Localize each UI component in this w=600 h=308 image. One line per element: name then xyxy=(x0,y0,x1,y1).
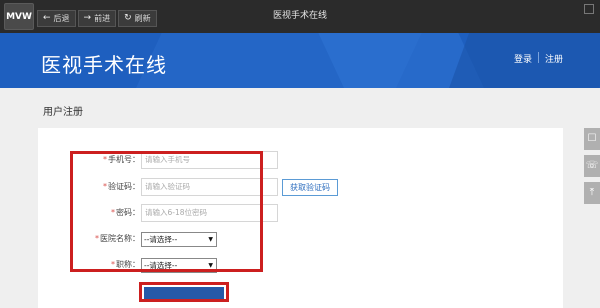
site-title: 医视手术在线 xyxy=(41,53,167,77)
login-link[interactable]: 登录 xyxy=(514,52,532,65)
highlight-box-submit xyxy=(139,282,229,302)
page-title: 用户注册 xyxy=(43,107,83,118)
back-to-top-icon[interactable]: ⤒ xyxy=(584,182,600,204)
phone-icon[interactable]: ☏ xyxy=(584,155,600,177)
header-divider xyxy=(538,52,539,63)
window-title: 医视手术在线 xyxy=(272,11,327,21)
get-code-button[interactable]: 获取验证码 xyxy=(282,179,338,196)
chat-icon[interactable]: ☐ xyxy=(584,128,600,150)
highlight-box xyxy=(70,151,263,272)
title-bar: MVW ← 后退 → 前进 ↻ 刷新 医视手术在线 xyxy=(0,0,600,33)
register-link[interactable]: 注册 xyxy=(545,52,563,65)
window-control-icon[interactable] xyxy=(584,4,594,14)
